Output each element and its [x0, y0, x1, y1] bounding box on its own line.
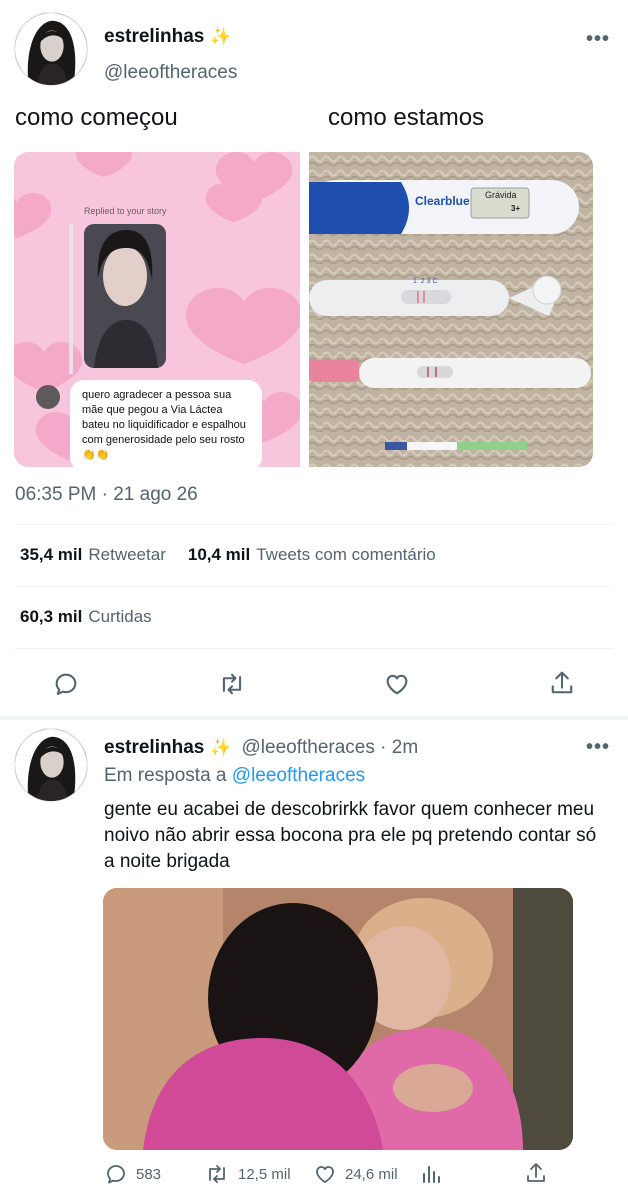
display-name-row: estrelinhas ✨: [104, 26, 232, 48]
display-name[interactable]: estrelinhas: [104, 737, 204, 759]
like-count: 24,6 mil: [345, 1165, 398, 1183]
reply-count: 583: [136, 1165, 162, 1183]
tweet-separator: [0, 716, 628, 720]
avatar[interactable]: [14, 12, 88, 86]
reply-icon: [104, 1162, 128, 1186]
caption-left: como começou: [15, 104, 178, 131]
reply-header-row: estrelinhas ✨ @leeoftheraces · 2m: [104, 737, 418, 759]
reply-prefix: Em resposta a: [104, 765, 227, 786]
divider: [15, 586, 613, 587]
share-icon[interactable]: [548, 668, 576, 698]
more-icon[interactable]: •••: [586, 736, 610, 759]
divider: [15, 524, 613, 525]
analytics-icon[interactable]: [420, 1162, 444, 1186]
likes-stat[interactable]: 60,3 mil Curtidas: [20, 607, 152, 627]
like-label: Curtidas: [88, 607, 152, 626]
handle[interactable]: @leeoftheraces: [104, 62, 237, 84]
share-icon[interactable]: [524, 1160, 548, 1186]
more-icon[interactable]: •••: [586, 28, 610, 51]
handle-and-time[interactable]: @leeoftheraces · 2m: [242, 737, 419, 759]
tweet-text: gente eu acabei de descobrirkk favor que…: [104, 799, 597, 872]
reply-context: Em resposta a @leeoftheraces: [104, 765, 365, 787]
reply-icon[interactable]: [52, 670, 80, 698]
quote-stat[interactable]: 10,4 mil Tweets com comentário: [188, 545, 436, 565]
reply-mention-link[interactable]: @leeoftheraces: [232, 765, 365, 786]
quote-count: 10,4 mil: [187, 545, 251, 564]
test-weeks-label: 3+: [511, 204, 521, 213]
test-result-label: Grávida: [485, 190, 517, 200]
retweet-icon[interactable]: [217, 670, 247, 698]
reply-action[interactable]: 583: [104, 1162, 161, 1186]
story-reply-message: quero agradecer a pessoa sua mãe que peg…: [70, 380, 262, 467]
media-image-tests[interactable]: Clearblue Grávida 3+ 1 2 3 C: [309, 152, 593, 467]
like-count: 60,3 mil: [20, 607, 83, 626]
replied-to-story-label: Replied to your story: [84, 206, 167, 216]
retweet-count: 35,4 mil: [20, 545, 83, 564]
retweet-count: 12,5 mil: [238, 1165, 291, 1183]
display-name[interactable]: estrelinhas: [104, 26, 204, 48]
hug-photo: [103, 888, 573, 1150]
quote-label: Tweets com comentário: [256, 545, 436, 564]
media-image-story[interactable]: Replied to your story quero agradecer a …: [14, 152, 300, 467]
divider: [15, 648, 613, 649]
like-icon: [313, 1162, 337, 1186]
sparkle-icon: ✨: [210, 27, 232, 46]
retweet-icon: [204, 1162, 230, 1186]
test-brand-label: Clearblue: [415, 194, 470, 208]
avatar[interactable]: [14, 728, 88, 802]
timestamp[interactable]: 06:35 PM · 21 ago 26: [15, 484, 198, 506]
retweet-action[interactable]: 12,5 mil: [204, 1162, 291, 1186]
like-icon[interactable]: [383, 670, 411, 698]
media-image-hug[interactable]: [103, 888, 573, 1150]
retweet-label: Retweetar: [88, 545, 166, 564]
sparkle-icon: ✨: [210, 738, 232, 757]
test-marks-label: 1 2 3 C: [413, 278, 438, 285]
caption-right: como estamos: [328, 104, 485, 131]
stats-row: 35,4 mil Retweetar 10,4 mil Tweets com c…: [20, 545, 436, 565]
like-action[interactable]: 24,6 mil: [313, 1162, 398, 1186]
retweet-stat[interactable]: 35,4 mil Retweetar: [20, 545, 166, 565]
